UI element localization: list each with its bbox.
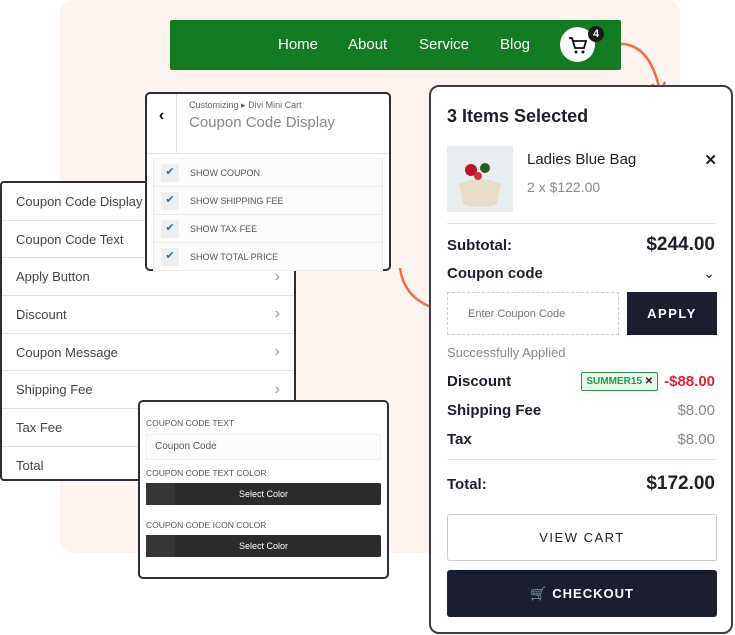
icon-color-select[interactable]: Select Color	[146, 535, 381, 557]
apply-button[interactable]: APPLY	[627, 292, 717, 335]
option-label: SHOW TOTAL PRICE	[190, 251, 279, 262]
settings-item-label: Tax Fee	[16, 419, 63, 435]
coupon-text-input[interactable]: Coupon Code	[146, 434, 381, 460]
color-settings-panel: COUPON CODE TEXT Coupon Code COUPON CODE…	[138, 400, 389, 579]
discount-value: -$88.00	[664, 373, 715, 390]
settings-item-label: Apply Button	[16, 269, 90, 285]
shipping-label: Shipping Fee	[447, 402, 542, 419]
subtotal-value: $244.00	[646, 234, 715, 255]
coupon-tag-text: SUMMER15	[586, 376, 642, 387]
settings-item[interactable]: Discount ›	[2, 296, 294, 334]
settings-item-label: Coupon Message	[16, 344, 118, 360]
breadcrumb-section: Divi Mini Cart	[248, 100, 302, 110]
option-row[interactable]: ✔ SHOW TOTAL PRICE	[153, 243, 383, 271]
coupon-tag: SUMMER15 ✕	[581, 372, 659, 391]
shipping-value: $8.00	[677, 402, 715, 419]
remove-item-icon[interactable]: ✕	[704, 151, 717, 169]
product-qty-price: 2 x $122.00	[527, 179, 601, 195]
mini-cart: 3 Items Selected Ladies Blue Bag 2 x $12…	[429, 85, 733, 634]
breadcrumb-sep: ▸	[241, 100, 246, 110]
text-color-label: COUPON CODE TEXT COLOR	[146, 468, 267, 478]
cart-icon: 🛒	[530, 585, 548, 601]
back-button[interactable]: ‹	[147, 94, 177, 153]
option-label: SHOW COUPON	[190, 167, 261, 178]
checkout-button[interactable]: 🛒 CHECKOUT	[447, 570, 717, 617]
option-label: SHOW SHIPPING FEE	[190, 195, 284, 206]
checkout-label: CHECKOUT	[552, 586, 634, 601]
checkbox[interactable]: ✔	[161, 191, 179, 210]
coupon-toggle[interactable]: Coupon code ⌄	[447, 265, 715, 282]
settings-item-label: Shipping Fee	[16, 382, 93, 398]
checkbox[interactable]: ✔	[161, 219, 179, 238]
breadcrumb-root: Customizing	[189, 100, 239, 110]
view-cart-button[interactable]: VIEW CART	[447, 514, 717, 561]
settings-item-label: Total	[16, 457, 44, 473]
option-row[interactable]: ✔ SHOW COUPON	[153, 159, 383, 187]
coupon-text-label: COUPON CODE TEXT	[146, 418, 235, 428]
tax-label: Tax	[447, 431, 472, 448]
chevron-right-icon: ›	[274, 305, 280, 323]
nav-service[interactable]: Service	[419, 36, 469, 53]
checkbox[interactable]: ✔	[161, 163, 179, 182]
discount-label: Discount	[447, 373, 512, 390]
chevron-down-icon: ⌄	[703, 265, 715, 281]
chevron-right-icon: ›	[274, 343, 280, 361]
coupon-input[interactable]	[447, 292, 619, 335]
nav-about[interactable]: About	[348, 36, 387, 53]
settings-item-label: Coupon Code Display	[16, 193, 143, 209]
total-value: $172.00	[646, 473, 715, 494]
nav-home[interactable]: Home	[278, 36, 318, 53]
coupon-label: Coupon code	[447, 265, 543, 282]
coupon-status: Successfully Applied	[447, 345, 566, 360]
text-color-select[interactable]: Select Color	[146, 483, 381, 505]
product-name: Ladies Blue Bag	[527, 151, 637, 168]
subtotal-label: Subtotal:	[447, 236, 512, 254]
remove-coupon-icon[interactable]: ✕	[645, 376, 653, 387]
customizer-panel: ‹ Customizing ▸ Divi Mini Cart Coupon Co…	[145, 92, 391, 271]
settings-item-label: Discount	[16, 306, 67, 322]
cart-count-badge: 4	[588, 26, 604, 42]
option-row[interactable]: ✔ SHOW SHIPPING FEE	[153, 187, 383, 215]
total-label: Total:	[447, 475, 487, 493]
chevron-right-icon: ›	[274, 380, 280, 398]
nav-bar: Home About Service Blog 4	[170, 20, 621, 70]
settings-item-label: Coupon Code Text	[16, 231, 124, 247]
product-image	[447, 146, 513, 212]
option-row[interactable]: ✔ SHOW TAX FEE	[153, 215, 383, 243]
icon-color-label: COUPON CODE ICON COLOR	[146, 520, 267, 530]
nav-blog[interactable]: Blog	[500, 36, 530, 53]
tax-value: $8.00	[677, 431, 715, 448]
settings-item[interactable]: Coupon Message ›	[2, 334, 294, 372]
panel-title: Coupon Code Display	[189, 114, 335, 131]
checkbox[interactable]: ✔	[161, 247, 179, 266]
option-label: SHOW TAX FEE	[190, 223, 258, 234]
cart-title: 3 Items Selected	[447, 106, 589, 126]
